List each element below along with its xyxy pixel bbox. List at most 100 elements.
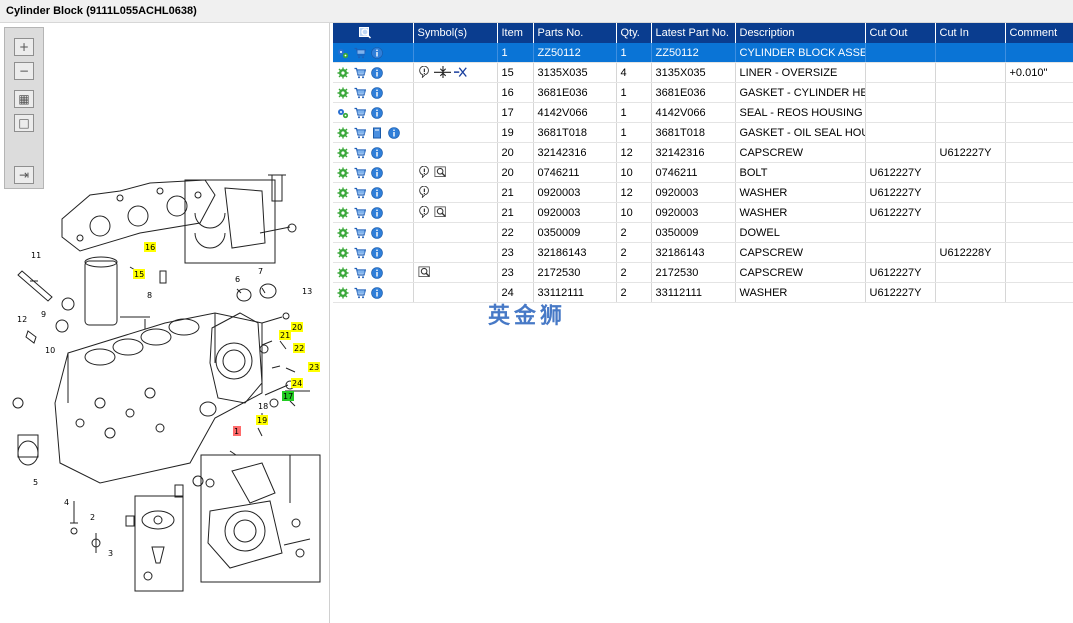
cell-cut-out xyxy=(865,122,936,143)
assembly-icon[interactable] xyxy=(337,107,349,119)
add-to-cart-icon[interactable] xyxy=(354,187,366,199)
add-to-cart-icon[interactable] xyxy=(354,267,366,279)
cell-latest: 4142V066 xyxy=(651,102,736,123)
table-row[interactable]: 193681T01813681T018GASKET - OIL SEAL HOU… xyxy=(333,122,1073,143)
svg-text:1: 1 xyxy=(234,427,239,436)
cell-cut-out: U612227Y xyxy=(865,182,936,203)
add-to-cart-icon[interactable] xyxy=(354,147,366,159)
table-row[interactable]: 21 0920003 12 0920003 WASHER U612227Y xyxy=(333,182,1073,203)
actual-size-button[interactable]: □ xyxy=(14,114,34,132)
part-settings-icon[interactable] xyxy=(337,67,349,79)
info-icon[interactable] xyxy=(388,126,400,139)
view-detail-icon[interactable] xyxy=(417,265,432,280)
row-symbols xyxy=(413,222,498,243)
column-header-parts-no[interactable]: Parts No. xyxy=(533,23,617,43)
fit-view-button[interactable]: ▦ xyxy=(14,90,34,108)
column-header-cut-out[interactable]: Cut Out xyxy=(865,23,936,43)
info-icon[interactable] xyxy=(371,206,383,219)
column-header-search[interactable] xyxy=(333,23,414,43)
part-settings-icon[interactable] xyxy=(337,147,349,159)
column-header-comment[interactable]: Comment xyxy=(1005,23,1073,43)
part-settings-icon[interactable] xyxy=(337,267,349,279)
table-row[interactable]: 23 32186143 2 32186143 CAPSCREW U612228Y xyxy=(333,242,1073,263)
svg-text:9: 9 xyxy=(41,310,46,319)
cell-item: 23 xyxy=(497,242,534,263)
add-to-cart-icon[interactable] xyxy=(354,287,366,299)
info-icon[interactable] xyxy=(371,46,383,59)
table-row[interactable]: 21 0920003 10 0920003 WASHER U612227Y xyxy=(333,202,1073,223)
column-header-item[interactable]: Item xyxy=(497,23,534,43)
cell-item: 1 xyxy=(497,43,534,63)
note-icon[interactable] xyxy=(418,185,432,200)
zoom-in-button[interactable]: + xyxy=(14,38,34,56)
cell-description: WASHER xyxy=(735,182,866,203)
table-row[interactable]: 20 0746211 10 0746211 BOLT U612227Y xyxy=(333,162,1073,183)
note-icon[interactable] xyxy=(418,65,432,80)
exploded-diagram[interactable]: 11 8 6 7 13 12 9 10 18 5 4 3 2 16 15 20 21 22 23… xyxy=(0,23,329,623)
part-settings-icon[interactable] xyxy=(337,167,349,179)
size-variant-icon[interactable] xyxy=(433,65,452,80)
zoom-in-icon: + xyxy=(18,40,30,54)
assembly-icon[interactable] xyxy=(337,47,349,59)
info-icon[interactable] xyxy=(371,186,383,199)
cell-parts-no: 32142316 xyxy=(533,142,617,163)
info-icon[interactable] xyxy=(371,146,383,159)
add-to-cart-icon[interactable] xyxy=(354,107,366,119)
add-to-cart-icon[interactable] xyxy=(354,47,366,59)
add-to-cart-icon[interactable] xyxy=(354,67,366,79)
document-icon[interactable] xyxy=(371,127,383,139)
info-icon[interactable] xyxy=(371,166,383,179)
column-header-latest-part-no[interactable]: Latest Part No. xyxy=(651,23,736,43)
info-icon[interactable] xyxy=(371,246,383,259)
table-row[interactable]: 22 0350009 2 0350009 DOWEL xyxy=(333,222,1073,243)
column-header-cut-in[interactable]: Cut In xyxy=(935,23,1006,43)
view-detail-icon[interactable] xyxy=(433,205,448,220)
cell-qty: 12 xyxy=(616,142,652,163)
add-to-cart-icon[interactable] xyxy=(354,247,366,259)
info-icon[interactable] xyxy=(371,266,383,279)
info-icon[interactable] xyxy=(371,86,383,99)
part-settings-icon[interactable] xyxy=(337,207,349,219)
cell-cut-in: U612228Y xyxy=(935,242,1006,263)
row-symbols xyxy=(413,62,498,83)
diagram-pane[interactable]: 11 8 6 7 13 12 9 10 18 5 4 3 2 16 15 20 21 22 23… xyxy=(0,23,330,623)
part-settings-icon[interactable] xyxy=(337,247,349,259)
table-row[interactable]: 17 4142V066 1 4142V066 SEAL - REOS HOUSING xyxy=(333,102,1073,123)
note-icon[interactable] xyxy=(418,205,432,220)
table-row[interactable]: 24 33112111 2 33112111 WASHER U612227Y xyxy=(333,282,1073,303)
add-to-cart-icon[interactable] xyxy=(354,207,366,219)
cell-description: GASKET - OIL SEAL HOUSING xyxy=(735,122,866,143)
cell-parts-no: 32186143 xyxy=(533,242,617,263)
svg-text:11: 11 xyxy=(31,251,41,260)
zoom-out-button[interactable]: − xyxy=(14,62,34,80)
info-icon[interactable] xyxy=(371,66,383,79)
part-settings-icon[interactable] xyxy=(337,287,349,299)
part-settings-icon[interactable] xyxy=(337,127,349,139)
table-row[interactable]: 15 3135X035 4 3135X035 LINER - OVERSIZE +0.01… xyxy=(333,62,1073,83)
svg-text:8: 8 xyxy=(147,291,152,300)
info-icon[interactable] xyxy=(371,226,383,239)
table-row[interactable]: 163681E03613681E036GASKET - CYLINDER HEA… xyxy=(333,82,1073,103)
cell-comment xyxy=(1005,102,1073,123)
column-header-description[interactable]: Description xyxy=(735,23,866,43)
cell-description: LINER - OVERSIZE xyxy=(735,62,866,83)
part-settings-icon[interactable] xyxy=(337,187,349,199)
add-to-cart-icon[interactable] xyxy=(354,167,366,179)
add-to-cart-icon[interactable] xyxy=(354,127,366,139)
part-settings-icon[interactable] xyxy=(337,227,349,239)
column-header-symbols[interactable]: Symbol(s) xyxy=(413,23,498,43)
add-to-cart-icon[interactable] xyxy=(354,227,366,239)
view-detail-icon[interactable] xyxy=(433,165,448,180)
svg-text:12: 12 xyxy=(17,315,27,324)
table-row[interactable]: 23 2172530 2 2172530 CAPSCREW U612227Y xyxy=(333,262,1073,283)
export-button[interactable]: ⇥ xyxy=(14,166,34,184)
note-icon[interactable] xyxy=(418,165,432,180)
add-to-cart-icon[interactable] xyxy=(354,87,366,99)
table-row[interactable]: 1ZZ501121ZZ50112CYLINDER BLOCK ASSEMBLY xyxy=(333,43,1073,63)
info-icon[interactable] xyxy=(371,106,383,119)
table-row[interactable]: 20 32142316 12 32142316 CAPSCREW U612227Y xyxy=(333,142,1073,163)
crossed-out-icon[interactable] xyxy=(453,66,468,80)
info-icon[interactable] xyxy=(371,286,383,299)
column-header-qty[interactable]: Qty. xyxy=(616,23,652,43)
part-settings-icon[interactable] xyxy=(337,87,349,99)
